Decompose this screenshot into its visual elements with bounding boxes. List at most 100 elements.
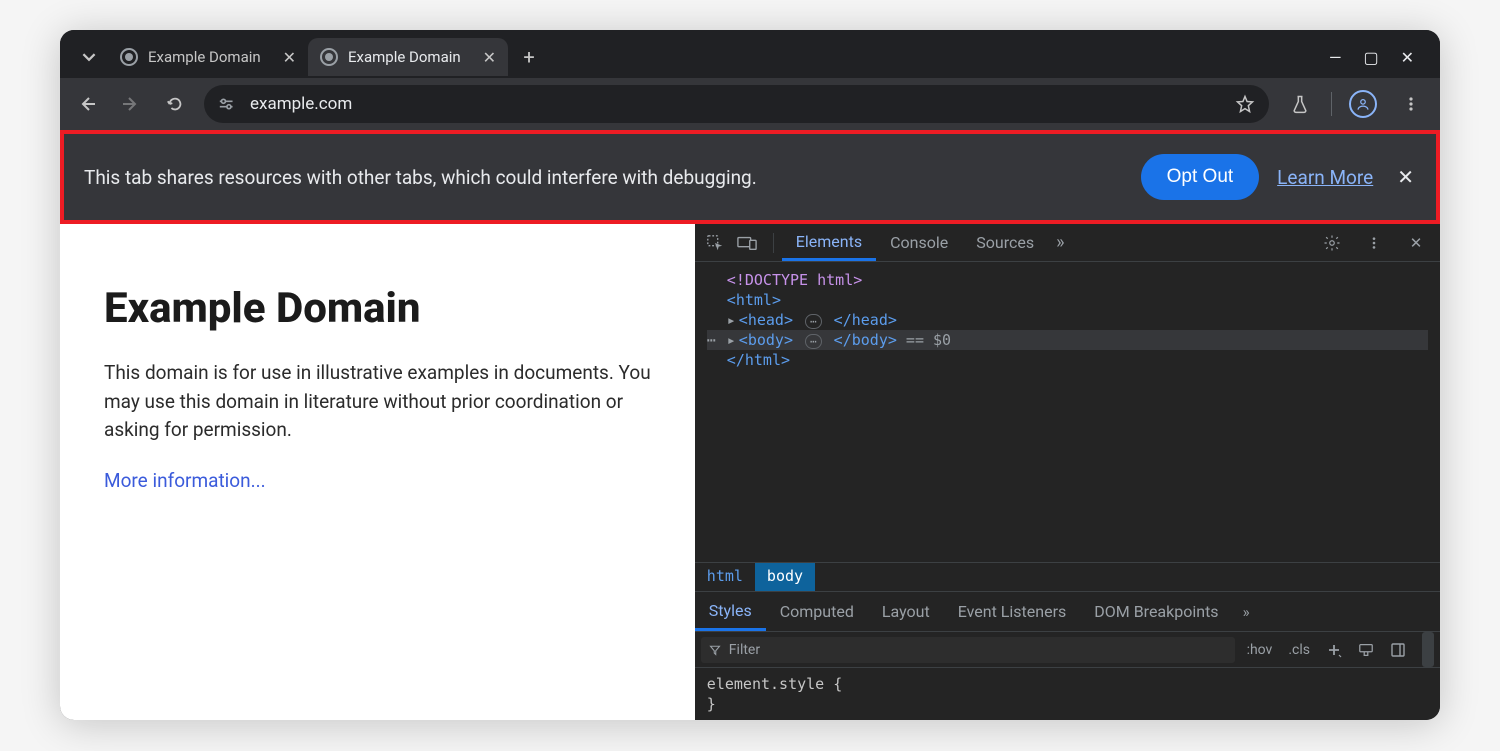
dom-head-open: <head> [739,311,793,329]
close-icon[interactable]: ✕ [483,48,496,67]
styles-tab-computed[interactable]: Computed [766,592,868,631]
tab-inactive[interactable]: Example Domain ✕ [108,38,308,76]
panel-icon [1390,642,1406,658]
devtools-close-button[interactable]: ✕ [1402,229,1430,257]
reload-icon [166,95,184,113]
chrome-menu-button[interactable] [1394,87,1428,121]
ellipsis-badge-icon[interactable]: ⋯ [805,334,822,349]
expand-arrow-icon[interactable]: ▸ [727,311,739,329]
styles-body[interactable]: element.style { } [695,668,1440,720]
tab-active[interactable]: Example Domain ✕ [308,38,508,76]
styles-tabs-more[interactable]: » [1233,603,1260,621]
url-text: example.com [250,94,1223,114]
filter-placeholder: Filter [729,642,760,658]
computed-sidebar-toggle[interactable] [1386,642,1410,658]
device-toolbar-button[interactable] [733,229,761,257]
styles-tab-styles[interactable]: Styles [695,592,766,631]
toolbar: example.com [60,78,1440,130]
dom-head-close: </head> [834,311,897,329]
opt-out-button[interactable]: Opt Out [1141,154,1260,200]
gear-icon [1323,234,1341,252]
site-settings-icon[interactable] [218,97,238,111]
filter-icon [709,644,721,656]
devtools-tab-console[interactable]: Console [876,224,962,261]
kebab-icon [1367,236,1381,250]
divider [1331,92,1332,116]
banner-message: This tab shares resources with other tab… [84,166,1123,189]
page-viewport: Example Domain This domain is for use in… [60,224,695,720]
window-controls: — ▢ ✕ [1311,48,1432,67]
back-button[interactable] [72,89,102,119]
breadcrumb-body[interactable]: body [755,563,815,591]
dismiss-banner-button[interactable]: ✕ [1391,165,1420,189]
devtools-tabs: Elements Console Sources » ✕ [695,224,1440,262]
styles-tab-layout[interactable]: Layout [868,592,944,631]
close-icon[interactable]: ✕ [283,48,296,67]
devtools-settings-button[interactable] [1318,229,1346,257]
plus-icon [1326,642,1342,658]
maximize-button[interactable]: ▢ [1363,48,1378,67]
tab-title: Example Domain [348,48,473,66]
new-tab-button[interactable]: + [514,42,544,72]
page-paragraph: This domain is for use in illustrative e… [104,359,655,445]
tab-title: Example Domain [148,48,273,66]
devtools-tab-elements[interactable]: Elements [782,224,876,261]
arrow-left-icon [77,94,97,114]
browser-window: Example Domain ✕ Example Domain ✕ + — ▢ … [60,30,1440,720]
more-info-link[interactable]: More information... [104,469,266,492]
style-selector: element.style { [707,674,1428,694]
styles-tab-eventlisteners[interactable]: Event Listeners [944,592,1081,631]
tab-strip: Example Domain ✕ Example Domain ✕ + — ▢ … [60,30,1440,78]
profile-avatar-icon [1349,90,1377,118]
scrollbar[interactable] [1422,632,1434,667]
dom-selected-marker: == $0 [897,331,951,349]
dom-body-close: </body> [834,331,897,349]
dom-tree[interactable]: <!DOCTYPE html> <html> ▸<head> ⋯ </head>… [695,262,1440,562]
styles-filter-input[interactable]: Filter [701,637,1235,663]
tab-search-dropdown[interactable] [74,42,104,72]
dom-doctype: <!DOCTYPE html> [727,271,862,289]
dom-breadcrumbs: html body [695,562,1440,592]
omnibox[interactable]: example.com [204,85,1269,123]
brush-icon [1358,642,1374,658]
minimize-button[interactable]: — [1329,48,1342,67]
content-area: Example Domain This domain is for use in… [60,224,1440,720]
devices-icon [737,235,757,251]
profile-button[interactable] [1346,87,1380,121]
dom-html-open: <html> [727,291,781,309]
gutter-dots-icon[interactable]: ⋯ [707,331,727,349]
debug-banner: This tab shares resources with other tab… [60,130,1440,224]
styles-tabs: Styles Computed Layout Event Listeners D… [695,592,1440,632]
labs-button[interactable] [1283,87,1317,121]
learn-more-link[interactable]: Learn More [1277,166,1373,189]
style-close-brace: } [707,694,1428,714]
chevron-down-icon [82,50,96,64]
hover-toggle[interactable]: :hov [1243,642,1277,658]
bookmark-button[interactable] [1235,94,1255,114]
class-toggle[interactable]: .cls [1284,642,1314,658]
page-heading: Example Domain [104,284,655,333]
rendering-emulation-button[interactable] [1354,642,1378,658]
devtools-panel: Elements Console Sources » ✕ <!DOCTYPE h… [695,224,1440,720]
new-style-rule-button[interactable] [1322,642,1346,658]
breadcrumb-html[interactable]: html [695,563,755,591]
ellipsis-badge-icon[interactable]: ⋯ [805,314,822,329]
styles-filter-row: Filter :hov .cls [695,632,1440,668]
star-icon [1235,94,1255,114]
styles-tab-dombreakpoints[interactable]: DOM Breakpoints [1080,592,1232,631]
devtools-menu-button[interactable] [1360,229,1388,257]
separator [773,233,774,253]
globe-icon [120,48,138,66]
inspect-element-button[interactable] [701,229,729,257]
flask-icon [1290,94,1310,114]
devtools-tab-sources[interactable]: Sources [962,224,1048,261]
dom-html-close: </html> [727,351,790,369]
kebab-icon [1403,96,1419,112]
expand-arrow-icon[interactable]: ▸ [727,331,739,349]
devtools-tabs-more[interactable]: » [1048,232,1072,253]
forward-button[interactable] [116,89,146,119]
close-window-button[interactable]: ✕ [1401,48,1414,67]
globe-icon [320,48,338,66]
arrow-right-icon [121,94,141,114]
reload-button[interactable] [160,89,190,119]
